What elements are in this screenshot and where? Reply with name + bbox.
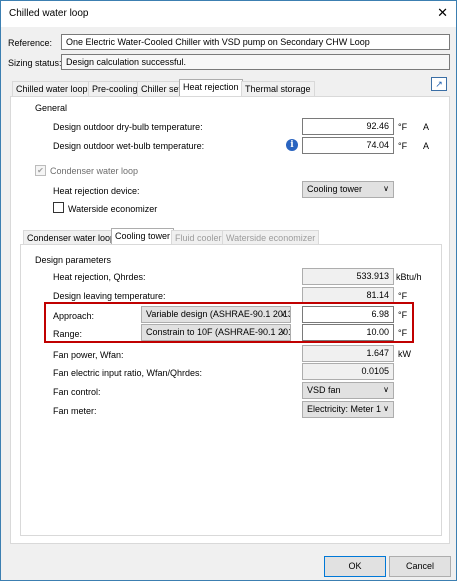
chevron-down-icon: ∨ <box>280 309 286 318</box>
sizing-status-field: Design calculation successful. <box>61 54 450 70</box>
tab-waterside-economizer[interactable]: Waterside economizer <box>222 230 320 245</box>
leaving-temp-unit: °F <box>398 291 408 301</box>
heat-rejection-device-select[interactable]: Cooling tower ∨ <box>302 181 394 198</box>
close-icon[interactable]: ✕ <box>437 5 448 21</box>
title-bar: Chilled water loop ✕ <box>1 1 456 27</box>
tab-condenser-water-loop[interactable]: Condenser water loop <box>23 230 120 245</box>
dry-bulb-suffix: A <box>423 122 430 132</box>
approach-unit: °F <box>398 310 408 320</box>
fan-control-label: Fan control: <box>53 387 101 397</box>
fan-control-value: VSD fan <box>307 385 341 395</box>
window-title: Chilled water loop <box>9 8 89 19</box>
tab-thermal-storage[interactable]: Thermal storage <box>241 81 315 96</box>
dialog-window: Chilled water loop ✕ Reference: One Elec… <box>0 0 457 581</box>
condenser-loop-label: Condenser water loop <box>50 166 139 176</box>
wet-bulb-input[interactable]: 74.04 <box>302 137 394 154</box>
tab-heat-rejection[interactable]: Heat rejection <box>179 79 243 97</box>
dry-bulb-unit: °F <box>398 122 408 132</box>
chevron-down-icon: ∨ <box>383 404 389 413</box>
approach-label: Approach: <box>53 311 95 321</box>
chevron-down-icon: ∨ <box>383 184 389 193</box>
sizing-status-label: Sizing status: <box>8 58 62 68</box>
fan-ratio-label: Fan electric input ratio, Wfan/Qhrdes: <box>53 368 203 378</box>
chevron-down-icon: ∨ <box>383 385 389 394</box>
tab-fluid-cooler[interactable]: Fluid cooler <box>171 230 226 245</box>
fan-power-unit: kW <box>398 349 411 359</box>
heat-rejection-device-label: Heat rejection device: <box>53 186 140 196</box>
info-icon[interactable]: i <box>286 139 298 151</box>
range-option: Constrain to 10F (ASHRAE-90.1 201 <box>146 327 291 337</box>
heat-rejection-unit: kBtu/h <box>396 272 422 282</box>
wet-bulb-unit: °F <box>398 141 408 151</box>
fan-meter-label: Fan meter: <box>53 406 97 416</box>
dry-bulb-label: Design outdoor dry-bulb temperature: <box>53 122 203 132</box>
waterside-economizer-label: Waterside economizer <box>68 204 158 214</box>
wet-bulb-suffix: A <box>423 141 430 151</box>
fan-power-field: 1.647 <box>302 345 394 362</box>
main-tab-strip: Chilled water loop Pre-cooling Chiller s… <box>12 79 315 97</box>
chevron-down-icon: ∨ <box>280 327 286 336</box>
tab-chilled-water-loop[interactable]: Chilled water loop <box>12 81 92 96</box>
fan-ratio-field: 0.0105 <box>302 363 394 380</box>
dry-bulb-input[interactable]: 92.46 <box>302 118 394 135</box>
approach-input[interactable]: 6.98 <box>302 306 394 323</box>
general-heading: General <box>35 103 68 113</box>
fan-power-label: Fan power, Wfan: <box>53 350 124 360</box>
fan-control-select[interactable]: VSD fan ∨ <box>302 382 394 399</box>
cancel-button[interactable]: Cancel <box>389 556 451 577</box>
ok-button[interactable]: OK <box>324 556 386 577</box>
fan-meter-value: Electricity: Meter 1 <box>307 404 382 414</box>
wet-bulb-label: Design outdoor wet-bulb temperature: <box>53 141 205 151</box>
heat-rejection-device-value: Cooling tower <box>307 184 363 194</box>
reference-label: Reference: <box>8 38 53 48</box>
approach-option: Variable design (ASHRAE-90.1 2013 <box>146 309 291 319</box>
expand-icon[interactable]: ↗ <box>431 77 447 91</box>
leaving-temp-label: Design leaving temperature: <box>53 291 166 301</box>
range-select[interactable]: Constrain to 10F (ASHRAE-90.1 201 ∨ <box>141 324 291 341</box>
range-label: Range: <box>53 329 83 339</box>
waterside-economizer-checkbox[interactable] <box>53 202 64 213</box>
reference-input[interactable]: One Electric Water-Cooled Chiller with V… <box>61 34 450 50</box>
heat-rejection-field: 533.913 <box>302 268 394 285</box>
tab-pre-cooling[interactable]: Pre-cooling <box>88 81 142 96</box>
condenser-loop-checkbox[interactable]: ✔ <box>35 165 46 176</box>
heat-rejection-label: Heat rejection, Qhrdes: <box>53 272 146 282</box>
tab-chiller-set[interactable]: Chiller set <box>137 81 186 96</box>
range-input[interactable]: 10.00 <box>302 324 394 341</box>
approach-select[interactable]: Variable design (ASHRAE-90.1 2013 ∨ <box>141 306 291 323</box>
range-unit: °F <box>398 328 408 338</box>
fan-meter-select[interactable]: Electricity: Meter 1 ∨ <box>302 401 394 418</box>
design-parameters-heading: Design parameters <box>35 255 112 265</box>
